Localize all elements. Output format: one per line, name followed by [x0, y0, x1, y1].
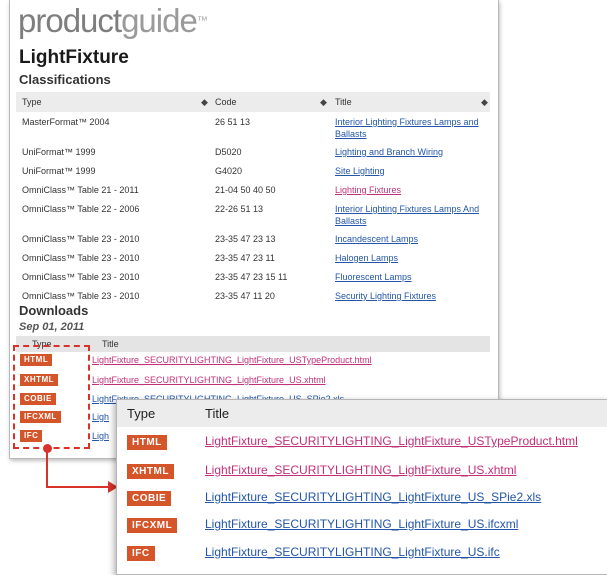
row-code: 23-35 47 11 20 [215, 291, 275, 301]
row-code: 22-26 51 13 [215, 204, 264, 214]
download-link[interactable]: LightFixture_SECURITYLIGHTING_LightFixtu… [92, 354, 372, 366]
callout-connector [46, 451, 48, 487]
row-title-link[interactable]: Interior Lighting Fixtures Lamps and Bal… [335, 116, 490, 140]
xhtml-badge: XHTML [127, 464, 174, 479]
sort-icon[interactable]: ◆ [481, 97, 488, 108]
row-code: 23-35 47 23 11 [215, 253, 275, 263]
row-type: OmniClass™ Table 23 - 2010 [22, 272, 140, 282]
row-title-link[interactable]: Lighting Fixtures [335, 184, 401, 196]
row-title-link[interactable]: Halogen Lamps [335, 252, 398, 264]
row-code: D5020 [215, 147, 242, 157]
row-title-link[interactable]: Security Lighting Fixtures [335, 290, 436, 302]
row-code: G4020 [215, 166, 243, 176]
download-link[interactable]: LightFixture_SECURITYLIGHTING_LightFixtu… [205, 545, 500, 559]
callout-connector [46, 486, 110, 488]
zoom-table-header: Type Title [117, 400, 607, 427]
download-link[interactable]: Ligh [92, 430, 109, 442]
row-type: MasterFormat™ 2004 [22, 117, 110, 127]
classifications-table-header: Type ◆ Code ◆ Title ◆ [16, 92, 490, 112]
download-date: Sep 01, 2011 [19, 321, 85, 333]
callout-highlight-box [13, 345, 90, 449]
row-type: OmniClass™ Table 22 - 2006 [22, 204, 140, 214]
row-type: OmniClass™ Table 21 - 2011 [22, 185, 139, 195]
html-badge: HTML [127, 435, 167, 450]
col-title: Title [102, 339, 119, 349]
classifications-heading: Classifications [19, 72, 111, 87]
row-title-link[interactable]: Lighting and Branch Wiring [335, 146, 443, 158]
downloads-heading: Downloads [19, 303, 89, 318]
row-type: OmniClass™ Table 23 - 2010 [22, 253, 140, 263]
download-link[interactable]: LightFixture_SECURITYLIGHTING_LightFixtu… [205, 490, 541, 504]
row-title-link[interactable]: Incandescent Lamps [335, 233, 418, 245]
download-link[interactable]: LightFixture_SECURITYLIGHTING_LightFixtu… [92, 374, 326, 386]
row-title-link[interactable]: Fluorescent Lamps [335, 271, 412, 283]
row-title-link[interactable]: Interior Lighting Fixtures Lamps And Bal… [335, 203, 490, 227]
row-code: 21-04 50 40 50 [215, 185, 276, 195]
cobie-badge: COBIE [127, 491, 172, 506]
page-title: LightFixture [19, 47, 129, 68]
col-title[interactable]: Title [335, 97, 352, 107]
col-title: Title [205, 406, 230, 421]
sort-icon[interactable]: ◆ [201, 97, 208, 108]
download-link[interactable]: LightFixture_SECURITYLIGHTING_LightFixtu… [205, 434, 578, 448]
row-type: UniFormat™ 1999 [22, 147, 96, 157]
ifcxml-badge: IFCXML [127, 518, 178, 533]
zoomed-downloads-panel: Type Title HTML LightFixture_SECURITYLIG… [116, 399, 607, 575]
row-title-link[interactable]: Site Lighting [335, 165, 385, 177]
sort-icon[interactable]: ◆ [320, 97, 327, 108]
download-link[interactable]: LightFixture_SECURITYLIGHTING_LightFixtu… [205, 463, 516, 477]
col-type: Type [127, 406, 156, 421]
col-type[interactable]: Type [22, 97, 42, 107]
row-code: 23-35 47 23 13 [215, 234, 276, 244]
productguide-logo[interactable]: productguide™ [18, 2, 208, 40]
ifc-badge: IFC [127, 546, 155, 561]
row-type: OmniClass™ Table 23 - 2010 [22, 234, 140, 244]
row-type: UniFormat™ 1999 [22, 166, 96, 176]
download-link[interactable]: Ligh [92, 411, 109, 423]
row-type: OmniClass™ Table 23 - 2010 [22, 291, 140, 301]
col-code[interactable]: Code [215, 97, 237, 107]
row-code: 26 51 13 [215, 117, 251, 127]
download-link[interactable]: LightFixture_SECURITYLIGHTING_LightFixtu… [205, 517, 518, 531]
row-code: 23-35 47 23 15 11 [215, 272, 288, 282]
